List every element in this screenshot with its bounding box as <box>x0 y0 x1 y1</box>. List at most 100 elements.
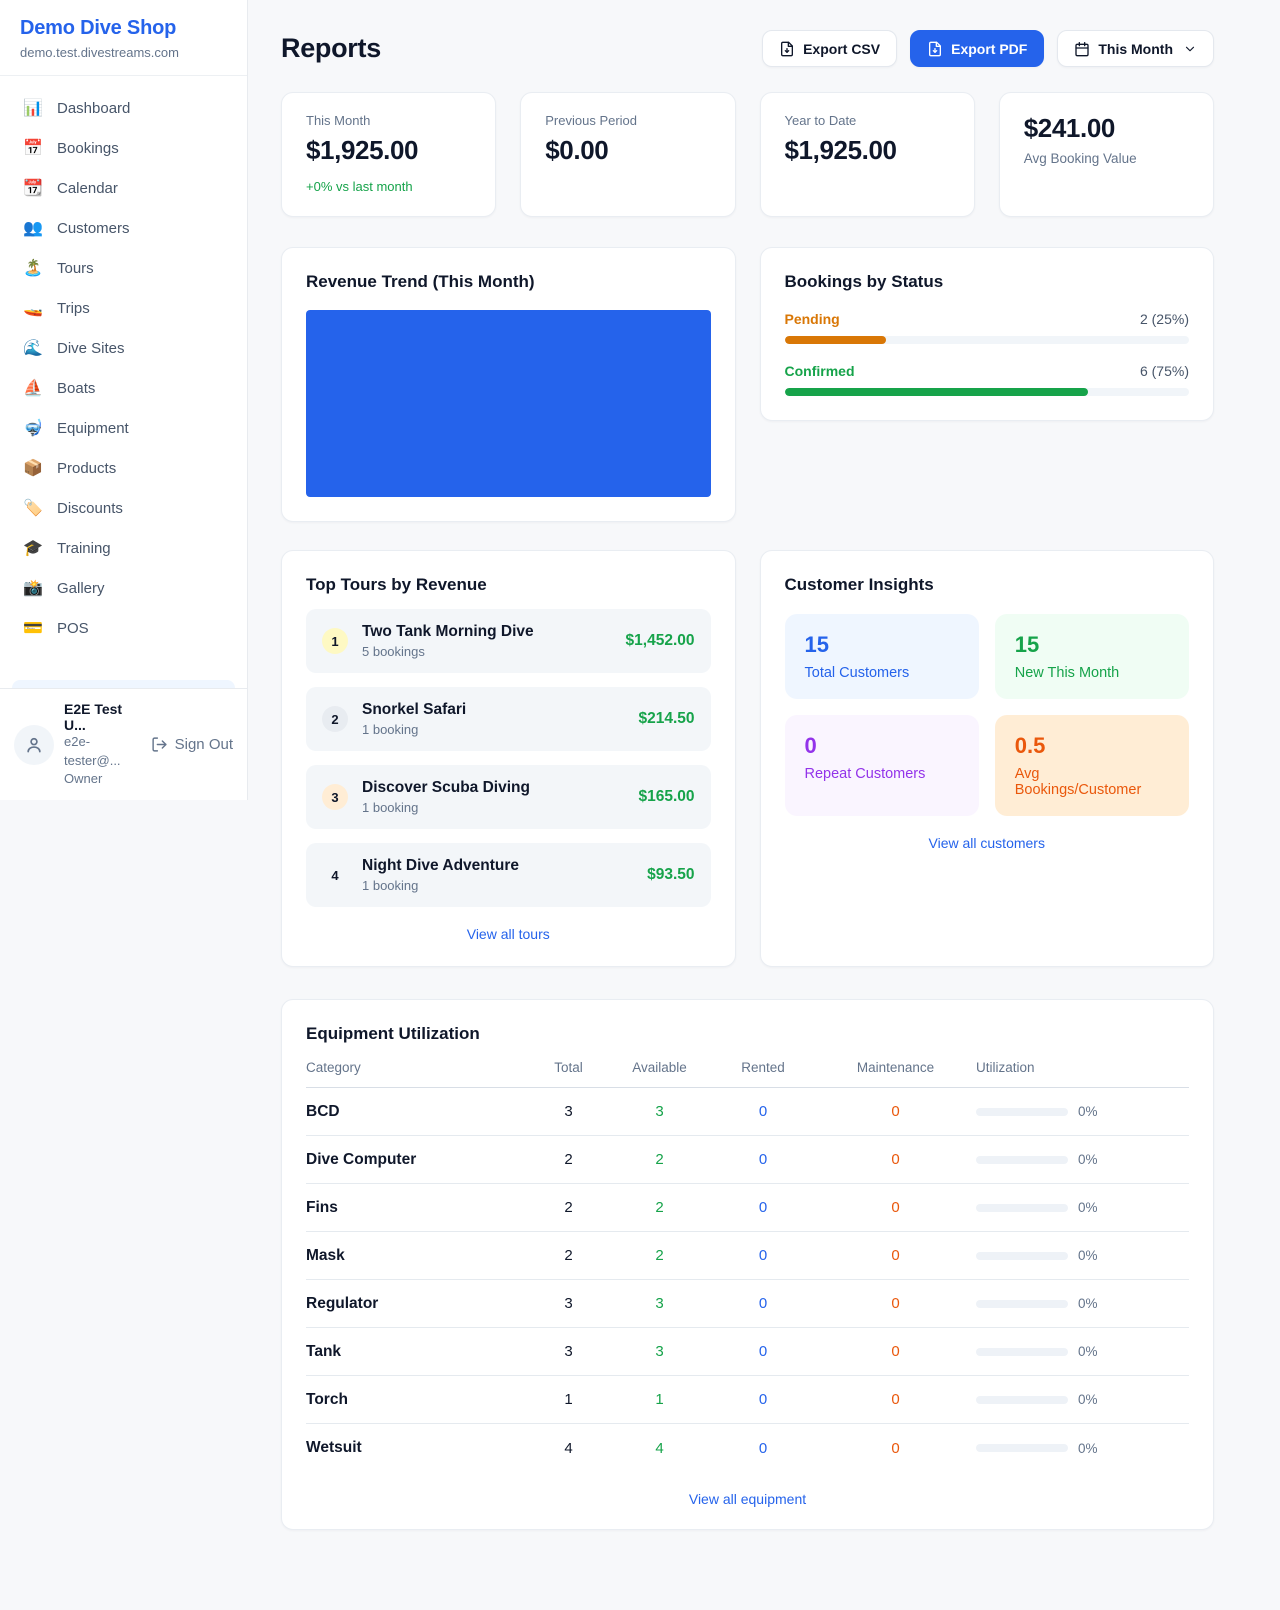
utilization-percent: 0% <box>1078 1104 1098 1119</box>
sidebar-item-products[interactable]: 📦 Products <box>12 452 235 485</box>
tour-name: Two Tank Morning Dive <box>362 623 534 641</box>
equipment-rented: 0 <box>703 1295 823 1312</box>
sidebar-item-customers[interactable]: 👥 Customers <box>12 212 235 245</box>
insight-grid: 15 Total Customers 15 New This Month 0 R… <box>785 614 1190 816</box>
equipment-available: 1 <box>616 1391 703 1408</box>
status-row-pending: Pending 2 (25%) <box>785 311 1190 344</box>
sidebar-item-dive-sites[interactable]: 🌊 Dive Sites <box>12 332 235 365</box>
sidebar-item-label: Trips <box>57 300 90 317</box>
view-all-tours-link[interactable]: View all tours <box>306 926 711 942</box>
equipment-rented: 0 <box>703 1247 823 1264</box>
table-row: Fins 2 2 0 0 0% <box>306 1184 1189 1232</box>
equipment-maintenance: 0 <box>823 1295 968 1312</box>
rank-badge: 2 <box>322 706 348 732</box>
equipment-category: Wetsuit <box>306 1439 521 1457</box>
tour-name: Night Dive Adventure <box>362 857 519 875</box>
speedboat-icon: 🚤 <box>22 301 44 317</box>
sidebar-item-discounts[interactable]: 🏷️ Discounts <box>12 492 235 525</box>
equipment-utilization-card: Equipment Utilization Category Total Ava… <box>281 999 1214 1530</box>
view-all-equipment-link[interactable]: View all equipment <box>306 1491 1189 1507</box>
sidebar-item-boats[interactable]: ⛵ Boats <box>12 372 235 405</box>
insight-value: 15 <box>1015 632 1169 658</box>
sidebar-item-equipment[interactable]: 🤿 Equipment <box>12 412 235 445</box>
sidebar-nav: 📊 Dashboard 📅 Bookings 📆 Calendar 👥 Cust… <box>0 76 247 688</box>
user-panel: E2E Test U... e2e-tester@... Owner Sign … <box>0 688 247 800</box>
export-pdf-button[interactable]: Export PDF <box>910 30 1044 67</box>
equipment-total: 2 <box>521 1151 616 1168</box>
equipment-category: Torch <box>306 1391 521 1409</box>
user-email: e2e-tester@... <box>64 733 141 769</box>
equipment-available: 2 <box>616 1151 703 1168</box>
revenue-trend-card: Revenue Trend (This Month) <box>281 247 736 522</box>
equipment-total: 2 <box>521 1199 616 1216</box>
insight-tile-repeat-customers: 0 Repeat Customers <box>785 715 979 816</box>
stat-value: $1,925.00 <box>785 135 950 166</box>
equipment-maintenance: 0 <box>823 1440 968 1457</box>
tour-amount: $165.00 <box>638 788 694 806</box>
equipment-category: Dive Computer <box>306 1151 521 1169</box>
equipment-maintenance: 0 <box>823 1151 968 1168</box>
stat-label: Year to Date <box>785 113 950 128</box>
insight-value: 0 <box>805 733 959 759</box>
export-csv-label: Export CSV <box>803 41 880 57</box>
stat-card-previous-period: Previous Period $0.00 <box>520 92 735 217</box>
sidebar-active-item-partial[interactable] <box>12 680 235 688</box>
sidebar-item-trips[interactable]: 🚤 Trips <box>12 292 235 325</box>
equipment-category: Fins <box>306 1199 521 1217</box>
stat-label: Avg Booking Value <box>1024 151 1189 166</box>
insight-value: 15 <box>805 632 959 658</box>
view-all-customers-link[interactable]: View all customers <box>785 835 1190 851</box>
period-dropdown[interactable]: This Month <box>1057 30 1214 67</box>
equipment-utilization-title: Equipment Utilization <box>306 1024 1189 1044</box>
sidebar-item-tours[interactable]: 🏝️ Tours <box>12 252 235 285</box>
sidebar-header: Demo Dive Shop demo.test.divestreams.com <box>0 0 247 76</box>
status-progress-fill <box>785 336 886 344</box>
stat-delta: +0% vs last month <box>306 179 471 194</box>
sidebar-item-bookings[interactable]: 📅 Bookings <box>12 132 235 165</box>
equipment-total: 1 <box>521 1391 616 1408</box>
sidebar-item-gallery[interactable]: 📸 Gallery <box>12 572 235 605</box>
log-out-icon <box>151 736 168 753</box>
col-available: Available <box>616 1060 703 1075</box>
status-progress-track <box>785 388 1190 396</box>
table-row: Mask 2 2 0 0 0% <box>306 1232 1189 1280</box>
period-label: This Month <box>1098 41 1173 57</box>
rank-badge: 4 <box>322 862 348 888</box>
equipment-total: 3 <box>521 1295 616 1312</box>
sidebar-item-label: Bookings <box>57 140 119 157</box>
table-row: BCD 3 3 0 0 0% <box>306 1088 1189 1136</box>
stat-label: This Month <box>306 113 471 128</box>
stat-card-avg-booking-value: $241.00 Avg Booking Value <box>999 92 1214 217</box>
equipment-available: 3 <box>616 1295 703 1312</box>
tour-bookings: 1 booking <box>362 722 466 737</box>
sidebar-item-dashboard[interactable]: 📊 Dashboard <box>12 92 235 125</box>
sign-out-button[interactable]: Sign Out <box>151 736 233 753</box>
insight-label: New This Month <box>1015 665 1169 681</box>
status-count: 6 (75%) <box>1140 363 1189 379</box>
utilization-track <box>976 1396 1068 1404</box>
utilization-percent: 0% <box>1078 1152 1098 1167</box>
top-tours-card: Top Tours by Revenue 1 Two Tank Morning … <box>281 550 736 967</box>
customer-insights-title: Customer Insights <box>785 575 1190 595</box>
sidebar-item-training[interactable]: 🎓 Training <box>12 532 235 565</box>
table-row: Wetsuit 4 4 0 0 0% <box>306 1424 1189 1472</box>
stat-card-year-to-date: Year to Date $1,925.00 <box>760 92 975 217</box>
utilization-track <box>976 1300 1068 1308</box>
sidebar-item-calendar[interactable]: 📆 Calendar <box>12 172 235 205</box>
utilization-track <box>976 1204 1068 1212</box>
table-row: Tank 3 3 0 0 0% <box>306 1328 1189 1376</box>
customers-icon: 👥 <box>22 221 44 237</box>
sidebar-item-pos[interactable]: 💳 POS <box>12 612 235 645</box>
calendar-icon <box>1074 41 1090 57</box>
utilization-track <box>976 1444 1068 1452</box>
status-count: 2 (25%) <box>1140 311 1189 327</box>
equipment-total: 3 <box>521 1343 616 1360</box>
insight-value: 0.5 <box>1015 733 1169 759</box>
avatar <box>14 725 54 765</box>
stat-value: $241.00 <box>1024 113 1189 144</box>
export-csv-button[interactable]: Export CSV <box>762 30 897 67</box>
revenue-trend-bar <box>306 310 711 497</box>
bookings-by-status-title: Bookings by Status <box>785 272 1190 292</box>
equipment-available: 2 <box>616 1199 703 1216</box>
calendar-icon: 📆 <box>22 181 44 197</box>
